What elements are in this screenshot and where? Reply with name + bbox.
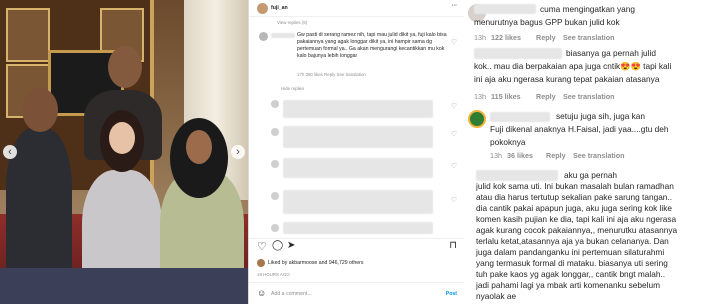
comment-text: Fuji dikenal anaknya H.Faisal, jadi yaa.…: [490, 124, 669, 134]
comment-time: 13h: [490, 151, 502, 160]
divider: [249, 16, 465, 17]
like-heart-icon[interactable]: ♡: [451, 162, 457, 170]
blurred-reply: [283, 222, 433, 234]
share-icon[interactable]: ➤: [287, 240, 295, 251]
emoji-icon[interactable]: ☺: [257, 288, 266, 298]
avatar: [271, 160, 279, 168]
like-heart-icon[interactable]: ♡: [451, 196, 457, 204]
avatar: [271, 192, 279, 200]
blurred-username: [474, 4, 536, 14]
comment-text: menurutnya bagus GPP bukan julid kok: [474, 17, 620, 27]
like-heart-icon[interactable]: ♡: [451, 102, 457, 110]
avatar: [257, 259, 265, 267]
comment-time: 13h: [474, 92, 486, 101]
comment-icon[interactable]: ◯: [272, 240, 283, 251]
avatar[interactable]: [257, 3, 268, 14]
comment-text: biasanya ga pernah julid: [566, 48, 656, 58]
comment-text: Gw pasti di serang ramez nih, tapi mau j…: [297, 32, 447, 59]
comment-text: ini aja aku ngerasa kurang tepat pakaian…: [474, 74, 660, 84]
person-right-face: [186, 130, 212, 164]
blurred-username: [490, 112, 550, 122]
blurred-reply: [283, 190, 433, 214]
comment-meta: 17h 390 likes Reply See translation: [297, 72, 366, 77]
comment-text: pokoknya: [490, 137, 526, 147]
comment-text: cuma mengingatkan yang: [540, 4, 636, 14]
add-comment-input[interactable]: Add a comment...: [271, 291, 312, 297]
comment-text: nyaolak ae: [476, 291, 517, 301]
post-username[interactable]: fuji_an: [271, 5, 288, 11]
post-comments-panel: fuji_an ··· View replies (9) Gw pasti di…: [248, 0, 465, 304]
avatar: [271, 224, 279, 232]
hide-replies-link[interactable]: Hide replies: [281, 86, 304, 91]
post-photo[interactable]: ‹ ›: [0, 0, 248, 304]
divider: [249, 282, 465, 283]
like-heart-icon[interactable]: ♡: [451, 38, 457, 46]
photo-shelf: [6, 8, 50, 62]
avatar: [271, 128, 279, 136]
post-button[interactable]: Post: [446, 291, 457, 297]
like-heart-icon[interactable]: ♡: [451, 130, 457, 138]
avatar[interactable]: [468, 110, 486, 128]
blurred-username: [474, 48, 562, 59]
comment-likes[interactable]: 36 likes: [507, 151, 533, 160]
see-translation-link[interactable]: See translation: [573, 151, 625, 160]
comments-screenshot: cuma mengingatkan yang menurutnya bagus …: [464, 0, 720, 304]
liked-by-text[interactable]: Liked by akbarmoose and 946,729 others: [268, 260, 363, 266]
blurred-reply: [283, 100, 433, 118]
blurred-reply: [283, 126, 433, 148]
reply-button[interactable]: Reply: [536, 92, 556, 101]
view-replies-link[interactable]: View replies (9): [277, 20, 307, 25]
person-back-head: [108, 46, 142, 88]
more-options-icon[interactable]: ···: [452, 3, 457, 9]
photo-foreground: [0, 268, 248, 304]
comment-likes[interactable]: 115 likes: [491, 92, 521, 101]
like-icon[interactable]: ♡: [257, 240, 267, 253]
person-girl-face: [109, 122, 135, 154]
blurred-reply: [283, 158, 433, 178]
blurred-username: [271, 33, 295, 38]
avatar[interactable]: [259, 32, 268, 41]
comment-text: setuju juga sih, juga kan: [556, 111, 646, 121]
see-translation-link[interactable]: See translation: [563, 33, 615, 42]
carousel-next-icon[interactable]: ›: [231, 145, 245, 159]
avatar: [271, 100, 279, 108]
divider: [249, 238, 465, 239]
see-translation-link[interactable]: See translation: [563, 92, 615, 101]
comment-likes[interactable]: 122 likes: [491, 33, 521, 42]
person-left-head: [22, 88, 58, 132]
reply-button[interactable]: Reply: [546, 151, 566, 160]
carousel-prev-icon[interactable]: ‹: [3, 145, 17, 159]
comment-time: 13h: [474, 33, 486, 42]
post-timestamp: 19 HOURS AGO: [257, 272, 290, 277]
reply-button[interactable]: Reply: [536, 33, 556, 42]
bookmark-icon[interactable]: ⊓: [449, 240, 457, 251]
comment-text: kok.. mau dia berpakaian apa juga cntik😍…: [474, 61, 672, 71]
